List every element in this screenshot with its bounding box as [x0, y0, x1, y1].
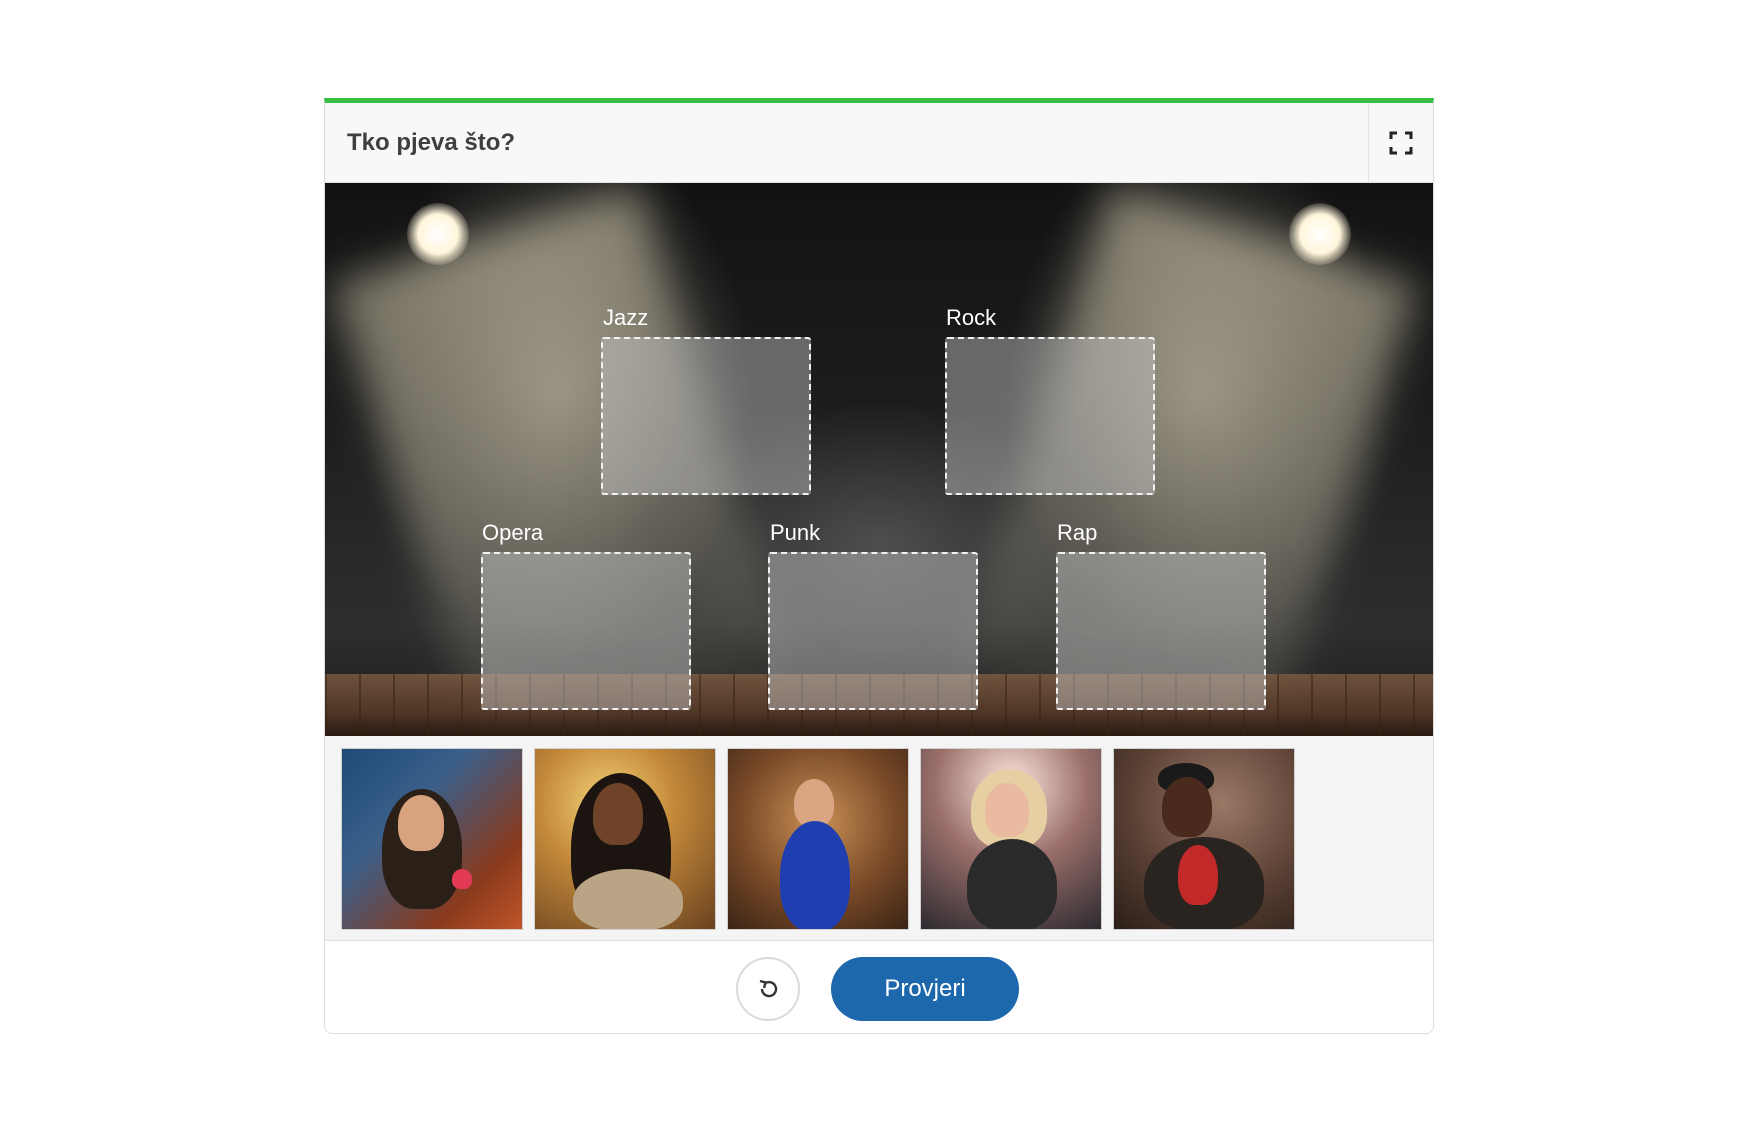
- widget-title: Tko pjeva što?: [347, 129, 516, 156]
- jazz-singer-face: [593, 783, 643, 845]
- page: Tko pjeva što? Jazz Rock Opera Punk Rap: [0, 0, 1747, 1148]
- zone-label-jazz: Jazz: [603, 305, 649, 330]
- spotlight-right: [1289, 203, 1351, 265]
- draggable-card-rap-singer[interactable]: [1113, 748, 1295, 930]
- retry-button[interactable]: [736, 957, 800, 1021]
- zone-label-punk: Punk: [770, 520, 821, 545]
- fullscreen-icon: [1389, 131, 1413, 155]
- spotlight-left: [407, 203, 469, 265]
- draggable-card-opera-singer[interactable]: [727, 748, 909, 930]
- drag-and-drop-widget: Tko pjeva što? Jazz Rock Opera Punk Rap: [324, 98, 1434, 1034]
- zone-label-rock: Rock: [946, 305, 997, 330]
- widget-header: Tko pjeva što?: [325, 103, 1433, 183]
- drop-zone-punk[interactable]: [768, 552, 978, 710]
- rock-singer-face: [398, 795, 444, 851]
- zone-label-opera: Opera: [482, 520, 544, 545]
- drop-zone-rap[interactable]: [1056, 552, 1266, 710]
- drop-zone-jazz[interactable]: [601, 337, 811, 495]
- zone-label-rap: Rap: [1057, 520, 1098, 545]
- draggable-card-rock-singer[interactable]: [341, 748, 523, 930]
- fullscreen-button[interactable]: [1368, 103, 1433, 182]
- check-button[interactable]: Provjeri: [831, 957, 1019, 1021]
- widget-footer: Provjeri: [325, 941, 1433, 1033]
- draggable-card-punk-singer[interactable]: [920, 748, 1102, 930]
- punk-singer-outfit: [967, 839, 1057, 929]
- stage-background: Jazz Rock Opera Punk Rap: [325, 183, 1433, 736]
- punk-singer-face: [985, 783, 1029, 837]
- retry-icon: [759, 979, 778, 998]
- draggable-tray: [325, 736, 1433, 941]
- drop-zone-rock[interactable]: [945, 337, 1155, 495]
- rap-singer-shirt: [1178, 845, 1218, 905]
- opera-singer-face: [794, 779, 834, 827]
- microphone-icon: [452, 869, 472, 889]
- draggable-card-jazz-singer[interactable]: [534, 748, 716, 930]
- rap-singer-face: [1162, 777, 1212, 837]
- opera-singer-dress: [780, 821, 850, 929]
- drop-zone-opera[interactable]: [481, 552, 691, 710]
- jazz-singer-top: [573, 869, 683, 929]
